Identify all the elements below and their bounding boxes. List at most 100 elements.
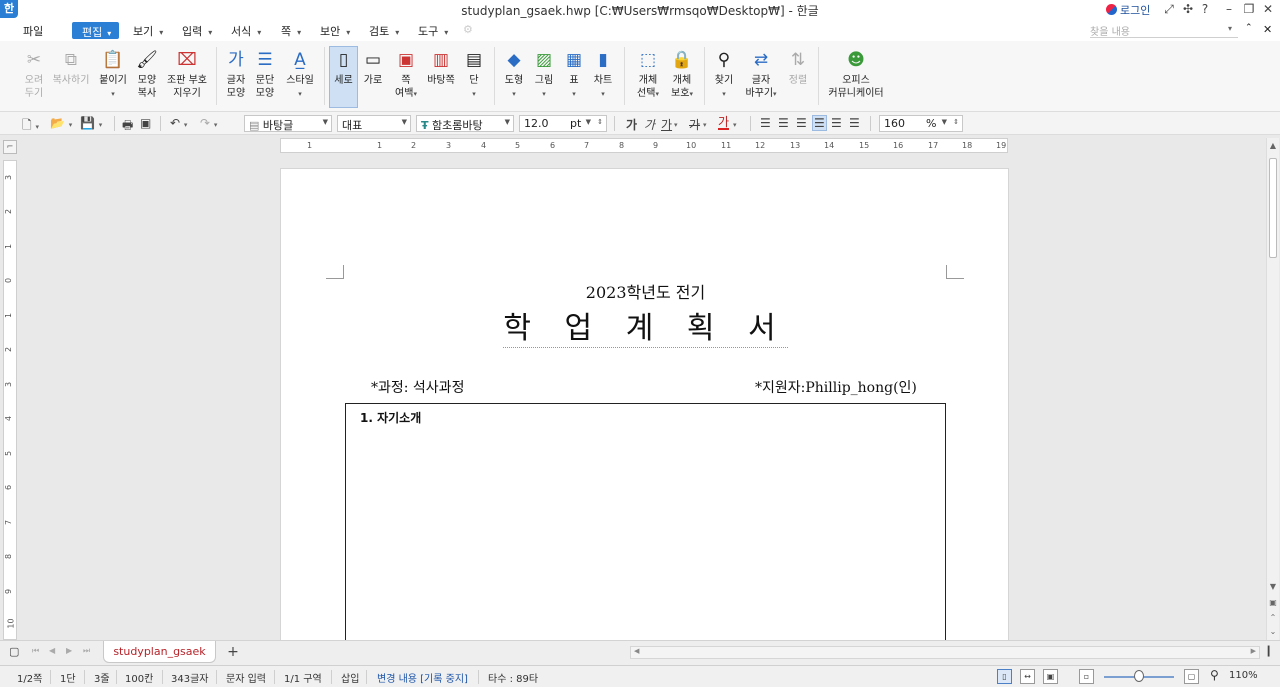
font-color-dropdown[interactable]: ▾	[733, 116, 737, 130]
zoom-slider-thumb[interactable]	[1134, 670, 1144, 682]
minimize-icon[interactable]: –	[1222, 2, 1236, 16]
restore-icon[interactable]: ❐	[1242, 2, 1256, 16]
preview-button[interactable]: ▣	[140, 116, 151, 130]
object-protect-button[interactable]: 🔒 개체 보호▾	[668, 49, 696, 101]
login-button[interactable]: 로그인	[1106, 2, 1150, 18]
close-icon[interactable]: ✕	[1261, 2, 1275, 16]
format-copy-button[interactable]: 🖌 모양 복사	[134, 49, 160, 100]
vertical-scroll-thumb[interactable]	[1269, 158, 1277, 258]
font-select[interactable]: Ŧ 함초롬바탕 ▼	[416, 115, 514, 132]
font-size-stepper[interactable]: 12.0 pt ▼ ⇕	[519, 115, 607, 132]
strike-button[interactable]: 가	[689, 116, 700, 133]
menu-page[interactable]: 쪽 ▾	[281, 23, 301, 39]
align-center-button[interactable]: ☰	[796, 116, 807, 130]
para-shape-button[interactable]: ☰ 문단 모양	[253, 49, 277, 100]
tab-last-icon[interactable]: ⏭	[83, 646, 90, 656]
scroll-up-icon[interactable]: ▲	[1267, 140, 1279, 152]
ribbon-collapse-icon[interactable]: ⌃	[1245, 23, 1253, 33]
menu-tools[interactable]: 도구 ▾	[418, 23, 448, 39]
vertical-page-button[interactable]: ▯ 세로	[329, 46, 358, 108]
menu-edit[interactable]: 편집 ▾	[72, 22, 119, 39]
search-input[interactable]: 찾을 내용 ▾	[1090, 23, 1238, 38]
tab-studyplan[interactable]: studyplan_gsaek	[103, 641, 216, 663]
print-button[interactable]: 🖶	[122, 116, 133, 137]
intro-table-cell[interactable]: 1. 자기소개	[345, 403, 946, 640]
zoom-search-icon[interactable]: ⚲	[1210, 668, 1219, 682]
background-page-button[interactable]: ▥ 바탕쪽	[426, 49, 456, 87]
vertical-ruler[interactable]: 3 2 1 0 1 2 3 4 5 6 7 8 9 10	[3, 160, 17, 640]
view-width-icon[interactable]: ↔	[1020, 669, 1035, 684]
help-icon[interactable]: ?	[1198, 2, 1212, 16]
align-right-button[interactable]: ☰	[812, 115, 827, 131]
prev-page-icon[interactable]: ▣	[1267, 597, 1279, 609]
line-spacing-stepper[interactable]: 160% ▼ ⇕	[879, 115, 963, 132]
save-button[interactable]: 💾 ▾	[80, 116, 102, 130]
paste-button[interactable]: 📋 붙이기 ▾	[98, 49, 128, 101]
scroll-right-icon[interactable]: ▶	[1251, 647, 1256, 655]
cut-button[interactable]: ✂ 오려 두기	[22, 49, 46, 100]
doc-close-icon[interactable]: ✕	[1263, 23, 1272, 36]
style-button[interactable]: A̲ 스타일 ▾	[284, 49, 316, 101]
sort-button[interactable]: ⇅ 정렬	[786, 49, 810, 87]
bold-button[interactable]: 가	[626, 116, 637, 133]
strike-dropdown[interactable]: ▾	[703, 116, 707, 130]
document-page[interactable]: 2023학년도 전기 학 업 계 획 서 *과정: 석사과정 *지원자:Phil…	[280, 168, 1009, 640]
tab-first-icon[interactable]: ⏮	[32, 646, 39, 656]
tab-prev-icon[interactable]: ◀	[49, 646, 55, 655]
char-shape-button[interactable]: 가 글자 모양	[224, 49, 248, 100]
font-color-button[interactable]: 가	[718, 116, 730, 130]
open-button[interactable]: 📂 ▾	[50, 116, 72, 130]
menu-review[interactable]: 검토 ▾	[369, 23, 399, 39]
align-divide-button[interactable]: ☰	[849, 116, 860, 130]
language-select[interactable]: 대표 ▼	[337, 115, 411, 132]
shape-button[interactable]: ◆ 도형 ▾	[502, 49, 526, 101]
align-left-button[interactable]: ☰	[778, 116, 789, 130]
new-doc-button[interactable]: 🗋 ▾	[22, 116, 39, 137]
menu-file[interactable]: 파일	[23, 23, 43, 39]
add-tab-button[interactable]: +	[222, 643, 244, 661]
style-select[interactable]: ▤ 바탕글 ▼	[244, 115, 332, 132]
scroll-left-icon[interactable]: ◀	[634, 647, 639, 655]
zoom-out-icon[interactable]: ▫	[1079, 669, 1094, 684]
underline-button[interactable]: 가	[661, 116, 672, 133]
tab-list-icon[interactable]: ▢	[9, 645, 19, 658]
status-page[interactable]: 1/2쪽	[17, 670, 42, 685]
status-insert-mode[interactable]: 삽입	[341, 670, 359, 685]
extra-tool-icon[interactable]: ⚙	[463, 23, 473, 36]
tab-next-icon[interactable]: ▶	[66, 646, 72, 655]
pin-icon[interactable]: ✣	[1181, 2, 1195, 16]
italic-button[interactable]: 가	[644, 116, 655, 133]
office-communicator-button[interactable]: ☻ 오피스 커뮤니케이터	[826, 49, 886, 100]
align-justify-button[interactable]: ☰	[760, 116, 771, 130]
view-page-icon[interactable]: ▯	[997, 669, 1012, 684]
menu-security[interactable]: 보안 ▾	[320, 23, 350, 39]
scroll-down-icon[interactable]: ▼	[1267, 581, 1279, 593]
find-button[interactable]: ⚲ 찾기 ▾	[712, 49, 736, 101]
split-handle-icon[interactable]: ❙	[1264, 644, 1273, 657]
view-full-icon[interactable]: ▣	[1043, 669, 1058, 684]
fullscreen-icon[interactable]: ⤢	[1162, 2, 1176, 17]
align-distribute-button[interactable]: ☰	[831, 116, 842, 130]
page-down-icon[interactable]: ⌄	[1267, 626, 1279, 638]
status-zoom[interactable]: 110%	[1229, 670, 1258, 681]
chart-button[interactable]: ▮ 차트 ▾	[591, 49, 615, 101]
underline-dropdown[interactable]: ▾	[674, 116, 678, 130]
menu-format[interactable]: 서식 ▾	[231, 23, 261, 39]
status-track-changes[interactable]: 변경 내용 [기록 중지]	[377, 670, 468, 685]
object-select-button[interactable]: ⬚ 개체 선택▾	[634, 49, 662, 101]
status-input-mode[interactable]: 문자 입력	[226, 670, 266, 685]
page-up-icon[interactable]: ⌃	[1267, 612, 1279, 624]
redo-button[interactable]: ↷ ▾	[200, 116, 217, 130]
page-margin-button[interactable]: ▣ 쪽 여백▾	[392, 49, 420, 101]
erase-marks-button[interactable]: ⌧ 조판 부호 지우기	[165, 49, 209, 100]
menu-view[interactable]: 보기 ▾	[133, 23, 163, 39]
menu-insert[interactable]: 입력 ▾	[182, 23, 212, 39]
table-button[interactable]: ▦ 표 ▾	[562, 49, 586, 101]
horizontal-scrollbar[interactable]: ◀ ▶	[630, 646, 1260, 659]
replace-button[interactable]: ⇄ 글자 바꾸기▾	[744, 49, 778, 101]
ruler-corner-button[interactable]: ⌐	[3, 140, 17, 154]
picture-button[interactable]: ▨ 그림 ▾	[532, 49, 556, 101]
horizontal-ruler[interactable]: 1 1 2 3 4 5 6 7 8 9 10 11 12 13 14 15 16…	[280, 138, 1008, 153]
zoom-in-icon[interactable]: ▢	[1184, 669, 1199, 684]
column-button[interactable]: ▤ 단 ▾	[462, 49, 486, 101]
